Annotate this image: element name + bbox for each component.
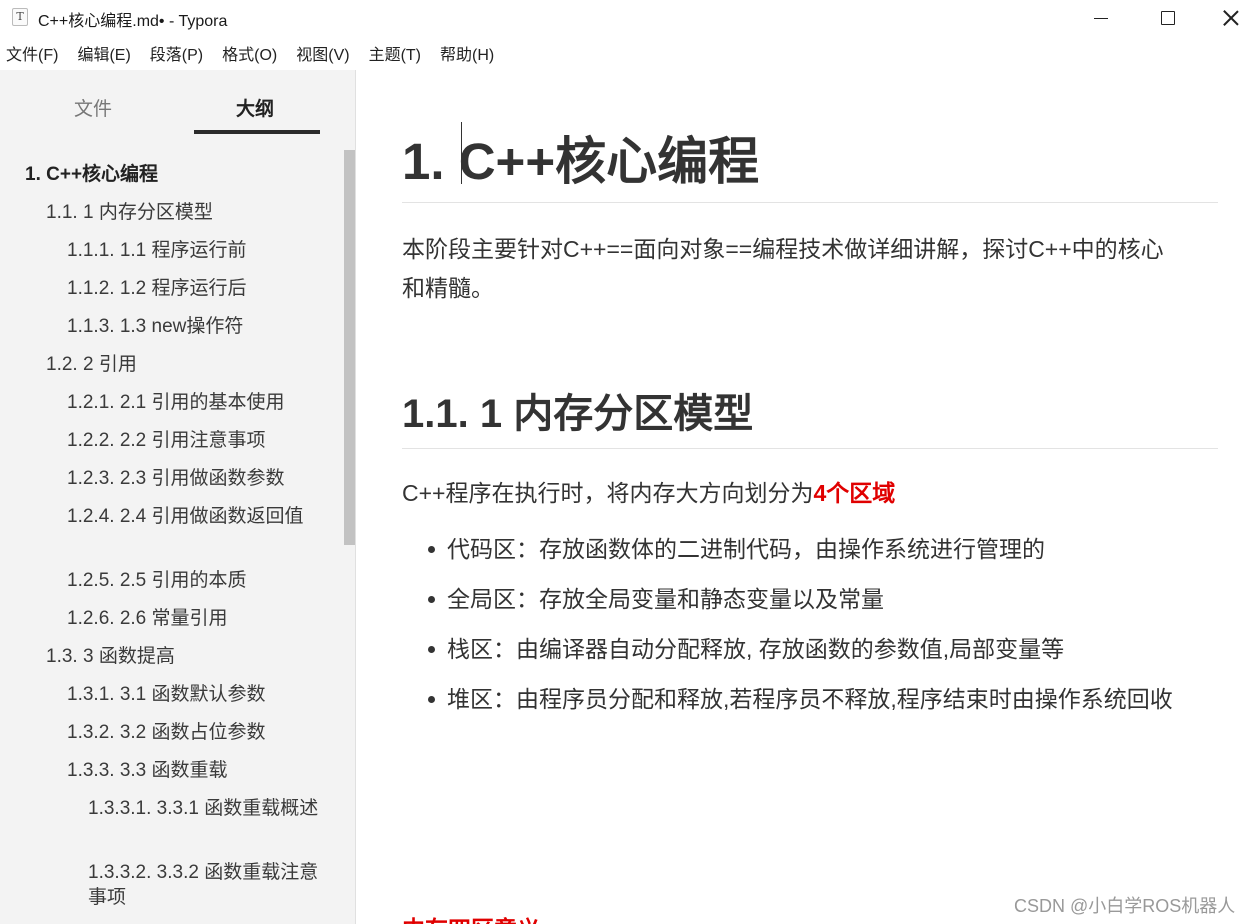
close-icon — [1223, 10, 1239, 26]
outline-item[interactable]: 1.2.5. 2.5 引用的本质 — [67, 568, 247, 593]
title-bar: T C++核心编程.md• - Typora — [0, 0, 1258, 36]
bullet-icon — [428, 546, 435, 553]
sidebar: 文件 大纲 1. C++核心编程 1.1. 1 内存分区模型 1.1.1. 1.… — [0, 70, 356, 924]
outline-item[interactable]: 1.1.2. 1.2 程序运行后 — [67, 276, 247, 301]
outline-item[interactable]: 1.3. 3 函数提高 — [46, 644, 175, 669]
menu-file[interactable]: 文件(F) — [6, 41, 58, 65]
menu-format[interactable]: 格式(O) — [222, 41, 277, 65]
outline-item[interactable]: 1.2. 2 引用 — [46, 352, 137, 377]
outline-item[interactable]: 1.2.6. 2.6 常量引用 — [67, 606, 228, 631]
outline-item[interactable]: 1.1.1. 1.1 程序运行前 — [67, 238, 247, 263]
outline-item[interactable]: 1.3.2. 3.2 函数占位参数 — [67, 720, 266, 745]
memory-paragraph: C++程序在执行时，将内存大方向划分为4个区域 — [402, 476, 895, 510]
outline-item[interactable]: 1.2.2. 2.2 引用注意事项 — [67, 428, 266, 453]
intro-line: 和精髓。 — [402, 275, 494, 301]
sidebar-scrollbar[interactable] — [344, 150, 355, 545]
outline-item[interactable]: 1.2.3. 2.3 引用做函数参数 — [67, 466, 285, 491]
editor-pane[interactable]: 1. C++核心编程 本阶段主要针对C++==面向对象==编程技术做详细讲解，探… — [357, 70, 1258, 924]
outline-item[interactable]: 1.3.3.2. 3.3.2 函数重载注意事项 — [88, 860, 320, 910]
window-title: C++核心编程.md• - Typora — [38, 13, 228, 30]
csdn-watermark: CSDN @小白学ROS机器人 — [1014, 896, 1236, 916]
bullet-icon — [428, 646, 435, 653]
typora-app-icon: T — [12, 8, 28, 26]
heading-1: 1. C++核心编程 — [402, 133, 760, 190]
list-item-text: 全局区：存放全局变量和静态变量以及常量 — [447, 586, 884, 612]
maximize-icon — [1161, 11, 1175, 25]
outline-item[interactable]: 1.3.3.1. 3.3.1 函数重载概述 — [88, 796, 320, 821]
menu-edit[interactable]: 编辑(E) — [77, 41, 130, 65]
menu-help[interactable]: 帮助(H) — [440, 41, 494, 65]
outline-item[interactable]: 1.3.3. 3.3 函数重载 — [67, 758, 228, 783]
outline-item[interactable]: 1.3.1. 3.1 函数默认参数 — [67, 682, 266, 707]
text-caret — [461, 122, 462, 184]
active-tab-indicator — [194, 130, 320, 134]
paragraph-text: C++程序在执行时，将内存大方向划分为 — [402, 480, 814, 506]
menu-view[interactable]: 视图(V) — [296, 41, 349, 65]
heading-divider — [402, 202, 1218, 203]
close-button[interactable] — [1200, 0, 1258, 36]
intro-paragraph: 本阶段主要针对C++==面向对象==编程技术做详细讲解，探讨C++中的核心 和精… — [402, 230, 1218, 308]
maximize-button[interactable] — [1137, 0, 1199, 36]
minimize-button[interactable] — [1070, 0, 1132, 36]
tab-files[interactable]: 文件 — [74, 94, 112, 121]
highlight-text: 4个区域 — [813, 480, 896, 506]
partial-heading: 内存四区意义 — [402, 910, 540, 924]
bullet-icon — [428, 696, 435, 703]
heading-divider — [402, 448, 1218, 449]
tab-outline[interactable]: 大纲 — [236, 94, 274, 121]
outline-item[interactable]: 1.2.1. 2.1 引用的基本使用 — [67, 390, 285, 415]
menu-bar: 文件(F) 编辑(E) 段落(P) 格式(O) 视图(V) 主题(T) 帮助(H… — [0, 36, 1258, 70]
list-item-text: 堆区：由程序员分配和释放,若程序员不释放,程序结束时由操作系统回收 — [447, 686, 1173, 712]
minimize-icon — [1094, 17, 1108, 19]
intro-line: 本阶段主要针对C++==面向对象==编程技术做详细讲解，探讨C++中的核心 — [402, 236, 1164, 262]
outline-item[interactable]: 1.1.3. 1.3 new操作符 — [67, 314, 243, 339]
outline-item[interactable]: 1.1. 1 内存分区模型 — [46, 200, 213, 225]
outline-item[interactable]: 1.2.4. 2.4 引用做函数返回值 — [67, 504, 307, 529]
menu-theme[interactable]: 主题(T) — [369, 41, 421, 65]
list-item-text: 栈区：由编译器自动分配释放, 存放函数的参数值,局部变量等 — [447, 636, 1065, 662]
bullet-icon — [428, 596, 435, 603]
heading-2: 1.1. 1 内存分区模型 — [402, 392, 754, 436]
menu-paragraph[interactable]: 段落(P) — [150, 41, 203, 65]
list-item-text: 代码区：存放函数体的二进制代码，由操作系统进行管理的 — [447, 536, 1045, 562]
outline-item[interactable]: 1. C++核心编程 — [25, 162, 158, 187]
